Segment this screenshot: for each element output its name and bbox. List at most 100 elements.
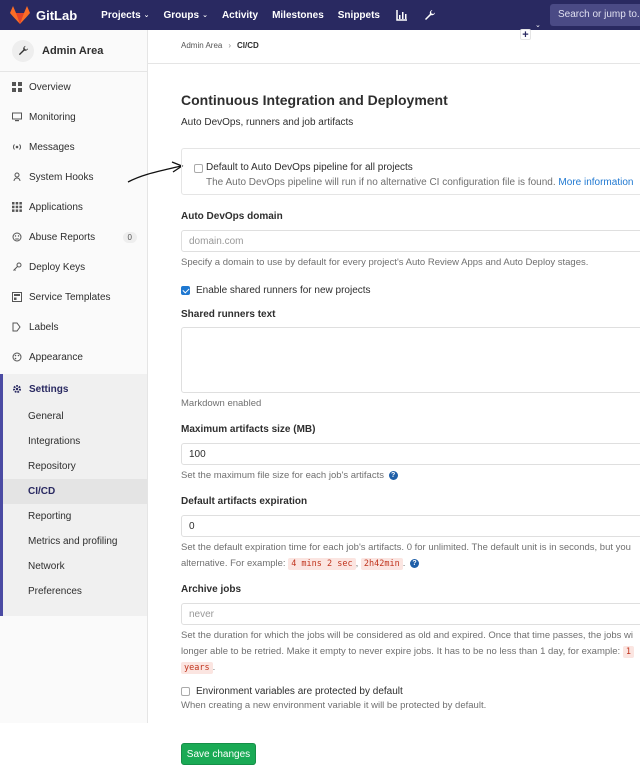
- example-code: 1: [622, 646, 634, 658]
- runners-text-textarea[interactable]: [181, 327, 640, 393]
- sidebar-item-label: Deploy Keys: [29, 261, 86, 273]
- sidebar-subitem-reporting[interactable]: Reporting: [3, 504, 147, 529]
- example-code: years: [181, 662, 213, 674]
- chevron-down-icon: ⌄: [535, 21, 541, 29]
- runners-text-label: Shared runners text: [181, 309, 276, 320]
- nav-projects[interactable]: Projects ⌄: [101, 10, 149, 21]
- sidebar-title: Admin Area: [42, 44, 104, 57]
- shared-runners-label[interactable]: Enable shared runners for new projects: [196, 285, 371, 296]
- breadcrumb-separator: ›: [228, 40, 232, 50]
- search-input[interactable]: Search or jump to...: [550, 4, 640, 26]
- auto-devops-checkbox[interactable]: [194, 164, 203, 173]
- sidebar-item-abuse-reports[interactable]: Abuse Reports 0: [0, 222, 147, 252]
- top-navbar: GitLab Projects ⌄ Groups ⌄ Activity Mile…: [0, 0, 640, 41]
- gitlab-tanuki-icon: [10, 6, 30, 24]
- env-vars-checkbox[interactable]: [181, 687, 190, 696]
- sidebar-item-label: Messages: [29, 141, 75, 153]
- sidebar-subitem-integrations[interactable]: Integrations: [3, 429, 147, 454]
- markdown-help: Markdown enabled: [181, 398, 262, 409]
- sidebar-item-label: Settings: [29, 383, 69, 395]
- max-artifacts-help-text: Set the maximum file size for each job's…: [181, 470, 384, 481]
- labels-icon: [12, 322, 22, 332]
- artifacts-expiration-help: Set the default expiration time for each…: [181, 540, 640, 572]
- sidebar-item-label: Appearance: [29, 351, 83, 363]
- breadcrumb-root[interactable]: Admin Area: [181, 41, 222, 50]
- key-icon: [12, 262, 22, 272]
- sidebar-item-label: Overview: [29, 81, 71, 93]
- auto-devops-box: Default to Auto DevOps pipeline for all …: [181, 148, 640, 195]
- nav-groups-label: Groups: [163, 9, 200, 21]
- sidebar-item-label: System Hooks: [29, 171, 94, 183]
- sidebar-item-applications[interactable]: Applications: [0, 192, 147, 222]
- archive-help-text: longer able to be retried. Make it empty…: [181, 646, 621, 657]
- example-code: 2h42min: [360, 558, 403, 570]
- domain-input[interactable]: domain.com: [181, 230, 640, 252]
- sidebar-item-label: Abuse Reports: [29, 231, 96, 243]
- sidebar-item-settings[interactable]: Settings: [3, 374, 147, 404]
- question-icon[interactable]: ?: [388, 470, 398, 480]
- sidebar-item-labels[interactable]: Labels: [0, 312, 147, 342]
- hook-icon: [12, 172, 22, 182]
- save-button[interactable]: Save changes: [181, 743, 256, 765]
- brand-name: GitLab: [36, 7, 78, 23]
- max-artifacts-label: Maximum artifacts size (MB): [181, 424, 316, 435]
- example-code: 4 mins 2 sec: [288, 558, 356, 570]
- archive-jobs-help-line1: Set the duration for which the jobs will…: [181, 630, 634, 641]
- count-badge: 0: [122, 231, 137, 243]
- sidebar-item-appearance[interactable]: Appearance: [0, 342, 147, 372]
- header-divider: [148, 63, 640, 64]
- nav-projects-label: Projects: [101, 9, 141, 21]
- sidebar-subitem-metrics[interactable]: Metrics and profiling: [3, 529, 147, 554]
- gitlab-logo[interactable]: GitLab: [10, 6, 77, 24]
- sidebar-header[interactable]: Admin Area: [0, 30, 147, 72]
- breadcrumb: Admin Area › CI/CD: [181, 40, 640, 50]
- max-artifacts-input[interactable]: 100: [181, 443, 640, 465]
- question-icon[interactable]: ?: [410, 558, 419, 568]
- max-artifacts-help: Set the maximum file size for each job's…: [181, 468, 640, 484]
- nav-groups[interactable]: Groups ⌄: [164, 10, 208, 21]
- nav-snippets[interactable]: Snippets: [338, 10, 380, 21]
- sidebar-subitem-preferences[interactable]: Preferences: [3, 579, 147, 604]
- artifacts-expiration-input[interactable]: 0: [181, 515, 640, 537]
- artifacts-expiration-help-line2: alternative. For example: 4 mins 2 sec, …: [181, 556, 640, 572]
- sidebar-item-service-templates[interactable]: Service Templates: [0, 282, 147, 312]
- grid-icon: [12, 82, 22, 92]
- sidebar-item-overview[interactable]: Overview: [0, 72, 147, 102]
- env-vars-row[interactable]: Environment variables are protected by d…: [181, 686, 640, 697]
- auto-devops-help-text: The Auto DevOps pipeline will run if no …: [206, 177, 556, 188]
- wrench-icon[interactable]: [424, 9, 436, 21]
- sidebar-subitem-repository[interactable]: Repository: [3, 454, 147, 479]
- page-title: Continuous Integration and Deployment: [181, 92, 448, 108]
- artifacts-expiration-help-line1: Set the default expiration time for each…: [181, 542, 631, 553]
- sidebar: Admin Area Overview Monitoring Messages …: [0, 30, 148, 723]
- chart-icon[interactable]: [396, 9, 408, 21]
- help-prefix: alternative. For example:: [181, 558, 286, 569]
- auto-devops-label[interactable]: Default to Auto DevOps pipeline for all …: [206, 162, 413, 173]
- nav-activity[interactable]: Activity: [222, 10, 258, 21]
- artifacts-expiration-label: Default artifacts expiration: [181, 496, 308, 507]
- sidebar-item-monitoring[interactable]: Monitoring: [0, 102, 147, 132]
- main-content: Admin Area › CI/CD Continuous Integratio…: [148, 30, 640, 765]
- sidebar-subitem-general[interactable]: General: [3, 404, 147, 429]
- shared-runners-row[interactable]: Enable shared runners for new projects: [181, 285, 640, 296]
- gear-icon: [12, 384, 22, 394]
- sidebar-item-deploy-keys[interactable]: Deploy Keys: [0, 252, 147, 282]
- settings-group: Settings General Integrations Repository…: [0, 374, 147, 616]
- env-vars-label[interactable]: Environment variables are protected by d…: [196, 686, 403, 697]
- archive-jobs-input[interactable]: never: [181, 603, 640, 625]
- shared-runners-checkbox[interactable]: [181, 286, 190, 295]
- breadcrumb-current[interactable]: CI/CD: [237, 41, 259, 50]
- sidebar-subitem-ci-cd[interactable]: CI/CD: [3, 479, 147, 504]
- wrench-icon: [18, 45, 28, 56]
- sidebar-item-label: Monitoring: [29, 111, 76, 123]
- archive-jobs-help-line2: longer able to be retried. Make it empty…: [181, 644, 640, 660]
- admin-avatar: [12, 39, 34, 62]
- auto-devops-help: The Auto DevOps pipeline will run if no …: [206, 177, 633, 188]
- page-subtitle: Auto DevOps, runners and job artifacts: [181, 117, 354, 128]
- domain-label: Auto DevOps domain: [181, 211, 283, 222]
- more-information-link[interactable]: More information: [558, 177, 633, 188]
- palette-icon: [12, 352, 22, 362]
- sidebar-subitem-network[interactable]: Network: [3, 554, 147, 579]
- domain-help: Specify a domain to use by default for e…: [181, 257, 589, 268]
- nav-milestones[interactable]: Milestones: [272, 10, 324, 21]
